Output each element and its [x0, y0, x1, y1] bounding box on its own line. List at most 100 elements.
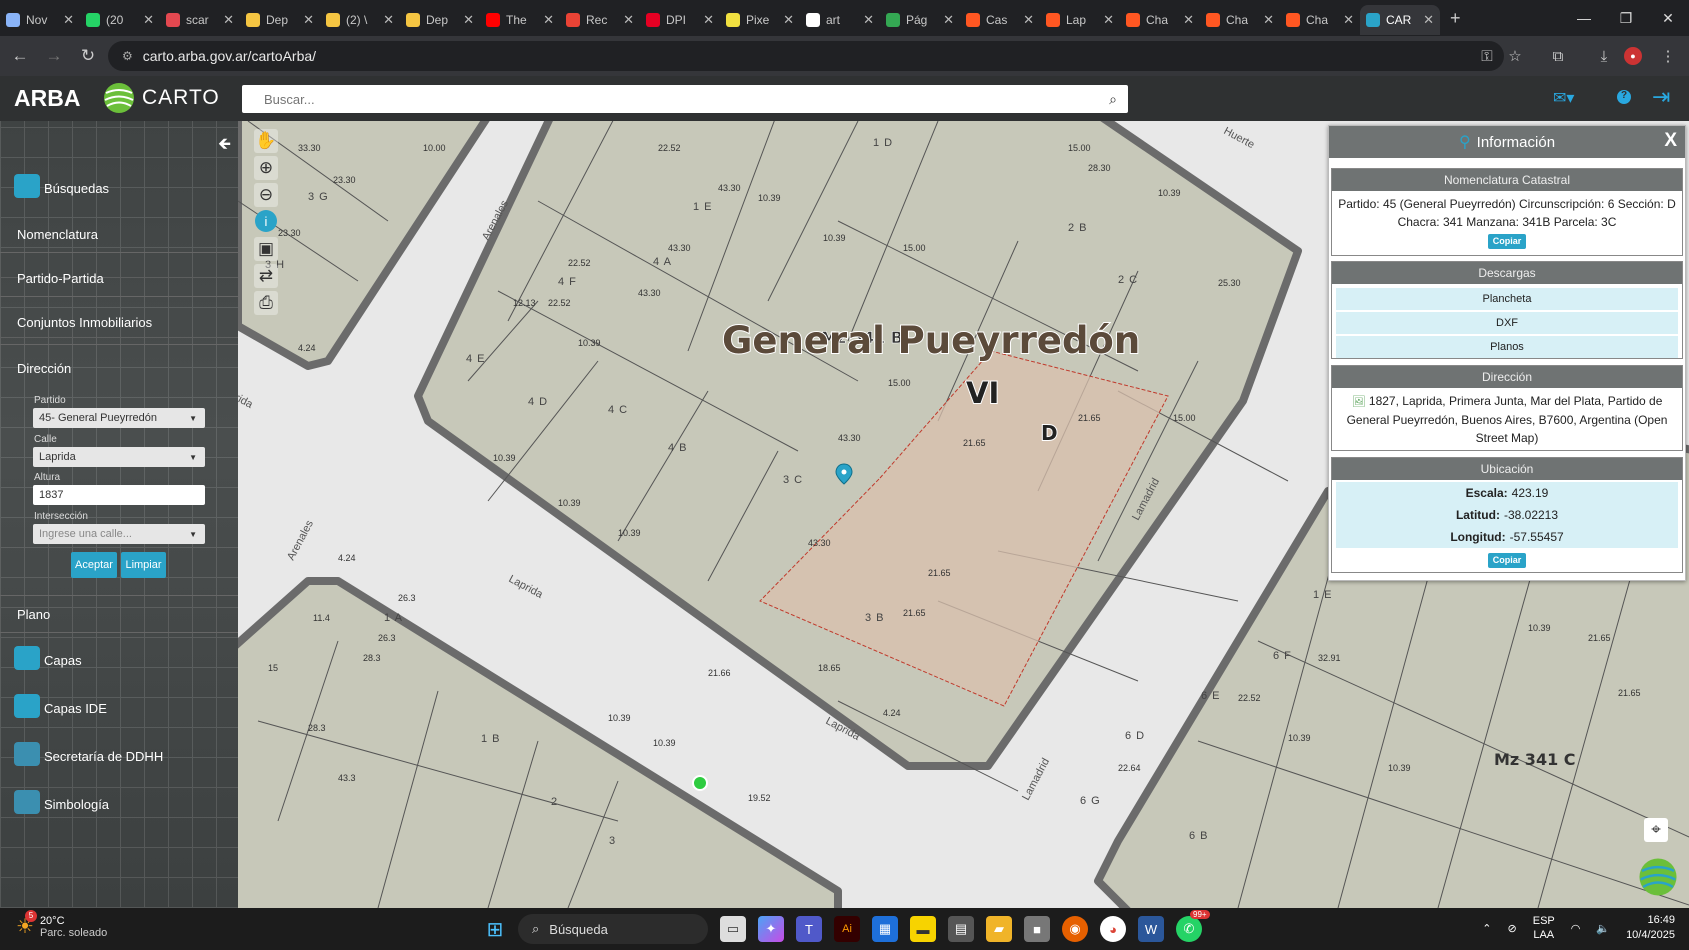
browser-tab[interactable]: art ✕ — [800, 5, 880, 35]
browser-tab[interactable]: DPI ✕ — [640, 5, 720, 35]
print-icon[interactable]: ⎙ — [254, 291, 278, 315]
sidebar-item-simbologia[interactable]: Simbología — [44, 797, 109, 812]
sidebar-item-conjuntos[interactable]: Conjuntos Inmobiliarios — [17, 315, 152, 330]
close-tab-icon[interactable]: ✕ — [1263, 12, 1274, 28]
sidebar-item-partido-partida[interactable]: Partido-Partida — [17, 271, 104, 286]
volume-icon[interactable]: 🔈 — [1596, 922, 1610, 935]
calendar-icon[interactable]: ▦ — [872, 916, 898, 942]
whatsapp-icon[interactable]: ✆ 99+ — [1176, 910, 1210, 942]
browser-tab[interactable]: Cha ✕ — [1120, 5, 1200, 35]
search-icon[interactable]: ⌕ — [1098, 91, 1128, 108]
wifi-icon[interactable]: ◠ — [1571, 922, 1581, 935]
logout-icon[interactable]: ⇥ — [1652, 84, 1670, 110]
illustrator-icon[interactable]: Ai — [834, 916, 860, 942]
profile-avatar[interactable]: ● — [1624, 47, 1642, 65]
browser-tab[interactable]: Dep ✕ — [400, 5, 480, 35]
forward-icon[interactable]: → — [40, 42, 68, 70]
close-tab-icon[interactable]: ✕ — [223, 12, 234, 28]
app-icon[interactable]: ■ — [1024, 916, 1050, 942]
descarga-link[interactable]: Planos — [1336, 336, 1678, 358]
url-field[interactable]: ⚙ carto.arba.gov.ar/cartoArba/ — [108, 41, 1504, 71]
browser-tab[interactable]: The ✕ — [480, 5, 560, 35]
close-tab-icon[interactable]: ✕ — [143, 12, 154, 28]
browser-tab[interactable]: (2) \ ✕ — [320, 5, 400, 35]
close-tab-icon[interactable]: ✕ — [783, 12, 794, 28]
close-tab-icon[interactable]: ✕ — [63, 12, 74, 28]
close-tab-icon[interactable]: ✕ — [1023, 12, 1034, 28]
windows-start-icon[interactable]: ⊞ — [482, 916, 508, 942]
sidebar-item-capas[interactable]: Capas — [44, 653, 82, 668]
chrome-icon[interactable]: ◕ — [1100, 916, 1126, 942]
new-tab-icon[interactable]: + — [1450, 8, 1461, 29]
task-view-icon[interactable]: ▭ — [720, 916, 746, 942]
close-tab-icon[interactable]: ✕ — [1423, 12, 1434, 28]
zoom-out-icon[interactable]: ⊖ — [254, 183, 278, 207]
measure-icon[interactable]: ⇄ — [254, 264, 278, 288]
close-tab-icon[interactable]: ✕ — [943, 12, 954, 28]
descarga-link[interactable]: DXF — [1336, 312, 1678, 334]
browser-tab[interactable]: Rec ✕ — [560, 5, 640, 35]
close-tab-icon[interactable]: ✕ — [303, 12, 314, 28]
file-explorer-icon[interactable]: ▰ — [986, 916, 1012, 942]
calle-select[interactable]: Laprida ▼ — [33, 447, 205, 467]
tray-chevron-icon[interactable]: ⌃ — [1482, 922, 1491, 935]
bookmark-star-icon[interactable]: ☆ — [1503, 44, 1527, 68]
sidebar-item-direccion[interactable]: Dirección — [17, 361, 71, 376]
close-tab-icon[interactable]: ✕ — [463, 12, 474, 28]
sidebar-item-nomenclatura[interactable]: Nomenclatura — [17, 227, 98, 242]
browser-tab[interactable]: Cas ✕ — [960, 5, 1040, 35]
copilot-icon[interactable]: ✦ — [758, 916, 784, 942]
close-tab-icon[interactable]: ✕ — [863, 12, 874, 28]
close-tab-icon[interactable]: ✕ — [623, 12, 634, 28]
mail-dropdown-icon[interactable]: ✉▾ — [1553, 88, 1574, 108]
close-window-icon[interactable]: ✕ — [1647, 0, 1689, 36]
browser-tab[interactable]: Pixe ✕ — [720, 5, 800, 35]
pan-hand-icon[interactable]: ✋ — [254, 129, 278, 153]
restore-icon[interactable]: ❐ — [1605, 0, 1647, 36]
close-tab-icon[interactable]: ✕ — [1343, 12, 1354, 28]
green-marker-icon[interactable] — [692, 775, 708, 791]
zoom-in-icon[interactable]: ⊕ — [254, 156, 278, 180]
collapse-sidebar-icon[interactable]: 🡸 — [218, 133, 231, 160]
search-input[interactable] — [264, 91, 1098, 107]
altura-input[interactable]: 1837 — [33, 485, 205, 505]
teams-icon[interactable]: T — [796, 916, 822, 942]
menu-kebab-icon[interactable]: ⋮ — [1656, 44, 1680, 68]
sidebar-item-secretaria[interactable]: Secretaría de DDHH — [44, 749, 163, 764]
download-icon[interactable]: ⤓ — [1592, 44, 1616, 68]
descarga-link[interactable]: Plancheta — [1336, 288, 1678, 310]
close-tab-icon[interactable]: ✕ — [703, 12, 714, 28]
browser-tab[interactable]: (20 ✕ — [80, 5, 160, 35]
network-icon[interactable]: ⊘ — [1508, 922, 1517, 935]
close-tab-icon[interactable]: ✕ — [1103, 12, 1114, 28]
site-info-icon[interactable]: ⚙ — [122, 49, 133, 63]
select-box-icon[interactable]: ▣ — [254, 237, 278, 261]
browser-tab[interactable]: Nov ✕ — [0, 5, 80, 35]
copy-coords-button[interactable]: Copiar — [1487, 553, 1527, 568]
minimize-icon[interactable]: — — [1563, 0, 1605, 36]
close-tab-icon[interactable]: ✕ — [1183, 12, 1194, 28]
limpiar-button[interactable]: Limpiar — [121, 552, 166, 578]
geolocate-icon[interactable]: ⌖ — [1644, 818, 1668, 842]
reload-icon[interactable]: ↻ — [74, 42, 102, 70]
back-icon[interactable]: ← — [6, 42, 34, 70]
word-icon[interactable]: W — [1138, 916, 1164, 942]
weather-widget[interactable]: ☀ 5 20°C Parc. soleado — [16, 910, 107, 939]
sidebar-item-plano[interactable]: Plano — [17, 607, 50, 622]
sticky-notes-icon[interactable]: ▬ — [910, 916, 936, 942]
info-icon[interactable]: i — [255, 210, 277, 232]
browser-tab[interactable]: CAR ✕ — [1360, 5, 1440, 35]
extensions-icon[interactable]: ⧉ — [1546, 44, 1570, 68]
key-icon[interactable]: ⚿ — [1475, 44, 1499, 68]
copy-nomenclatura-button[interactable]: Copiar — [1487, 234, 1527, 249]
browser-tab[interactable]: Pág ✕ — [880, 5, 960, 35]
browser-tab[interactable]: Lap ✕ — [1040, 5, 1120, 35]
firefox-icon[interactable]: ◉ — [1062, 916, 1088, 942]
interseccion-select[interactable]: Ingrese una calle... ▼ — [33, 524, 205, 544]
close-tab-icon[interactable]: ✕ — [543, 12, 554, 28]
sidebar-item-busquedas[interactable]: Búsquedas — [44, 181, 109, 196]
browser-tab[interactable]: Dep ✕ — [240, 5, 320, 35]
taskbar-search[interactable]: ⌕ Búsqueda — [518, 914, 708, 944]
sidebar-item-capas-ide[interactable]: Capas IDE — [44, 701, 107, 716]
close-tab-icon[interactable]: ✕ — [383, 12, 394, 28]
